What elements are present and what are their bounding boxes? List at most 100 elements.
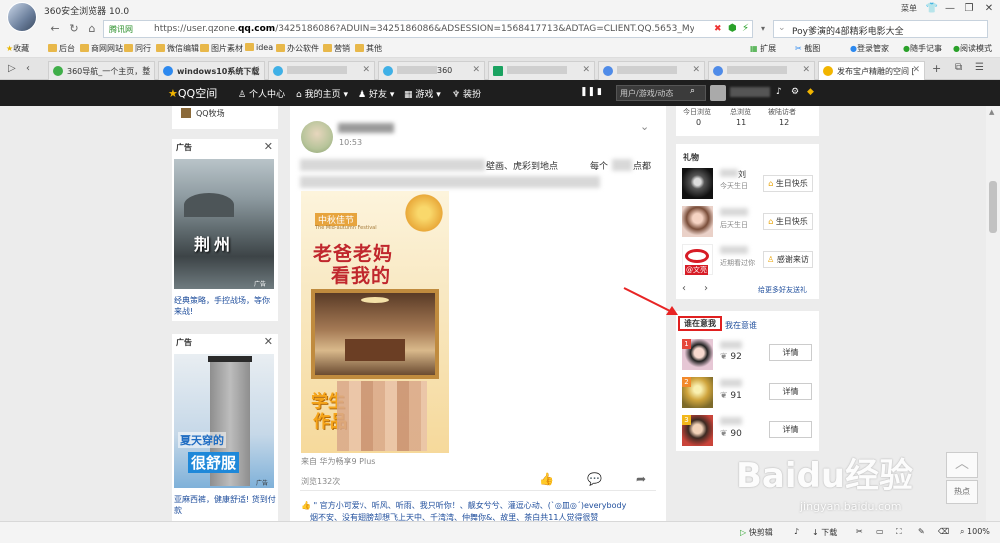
speaker-icon[interactable]: ♪ <box>794 527 799 536</box>
nav-friends[interactable]: ♟ 好友 ▾ <box>358 87 394 100</box>
signal-icon[interactable]: ▮ <box>597 87 602 97</box>
scroll-up-icon[interactable]: ▲ <box>989 108 994 116</box>
search-input[interactable]: ⌄ Poy爹演的4部精彩电影大全 <box>773 20 988 38</box>
bookmark-item[interactable]: 后台 <box>48 43 75 54</box>
bookmark-item[interactable]: 微信编辑 <box>156 43 199 54</box>
carer-name[interactable] <box>720 341 742 349</box>
like-list[interactable]: 👍 " 官方小可爱ｿ、听风、听雨、我只听你！、靓女兮兮、灌逗心动、(`◎皿◎´)… <box>301 500 661 511</box>
chevron-down-icon[interactable]: ⌄ <box>640 120 649 133</box>
nav-personal-center[interactable]: ♙ 个人中心 <box>238 87 285 100</box>
back-to-top-icon[interactable]: ︿ <box>946 452 978 478</box>
scrollbar-thumb[interactable] <box>989 181 997 233</box>
bookmark-item[interactable]: 营销 <box>323 43 350 54</box>
extensions-button[interactable]: ▦ 扩展 <box>750 43 776 54</box>
minimize-button[interactable]: — <box>942 1 958 17</box>
login-manager-button[interactable]: ●登录管家 <box>850 43 889 54</box>
shield-icon[interactable]: ⬢ <box>728 23 737 34</box>
prev-icon[interactable]: ‹ <box>682 283 686 294</box>
close-button[interactable]: ✕ <box>980 1 998 17</box>
tab-item-active[interactable]: 发布宝卢精雕的空间 [✕ <box>818 61 925 80</box>
farm-link[interactable]: QQ牧场 <box>196 108 225 119</box>
hotspot-button[interactable]: 热点 <box>946 480 978 504</box>
detail-button[interactable]: 详情 <box>769 421 812 438</box>
friend-name[interactable] <box>720 208 748 216</box>
security-icon[interactable]: ✖ <box>714 24 722 34</box>
tab-menu-icon[interactable]: ☰ <box>975 62 984 73</box>
carer-avatar[interactable]: 1 <box>682 339 713 370</box>
close-icon[interactable]: ✕ <box>264 335 273 348</box>
profile-thumb[interactable] <box>710 85 726 101</box>
ad-image[interactable]: 荆州 广告 <box>174 159 274 289</box>
bookmark-item[interactable]: idea <box>245 43 273 52</box>
tab-item[interactable]: 360导航_一个主页，整 ✕ <box>48 61 155 80</box>
ad-caption[interactable]: 经典策略，手控战场，等你来战! <box>174 295 276 317</box>
skin-icon[interactable]: 👕 <box>925 1 939 17</box>
friend-avatar[interactable] <box>682 206 713 237</box>
vip-icon[interactable]: ◆ <box>807 87 814 97</box>
bookmark-item[interactable]: 办公软件 <box>276 43 319 54</box>
tab-scroll-left-icon[interactable]: ‹ <box>26 63 30 74</box>
home-icon[interactable]: ⌂ <box>84 21 100 37</box>
refresh-icon[interactable]: ↻ <box>66 21 82 37</box>
cleanup-icon[interactable]: ⌫ <box>938 527 949 536</box>
ad-caption[interactable]: 亚麻西裤，健康舒适! 货到付款 <box>174 494 276 516</box>
close-icon[interactable]: ✕ <box>264 140 273 153</box>
bookmark-item[interactable]: 商网网站 <box>80 43 123 54</box>
address-bar[interactable]: 腾讯网 https://user.qzone.qq.com/3425186086… <box>103 20 753 38</box>
nav-decorate[interactable]: ♆ 装扮 <box>452 87 481 100</box>
window-icon[interactable]: ▭ <box>876 527 884 536</box>
carer-avatar[interactable]: 2 <box>682 377 713 408</box>
next-icon[interactable]: › <box>704 283 708 294</box>
quick-clip-button[interactable]: ▷ 快剪辑 <box>740 527 773 538</box>
birthday-button[interactable]: ⌂ 生日快乐 <box>763 213 813 230</box>
brush-icon[interactable]: ✎ <box>918 527 925 536</box>
screenshot-button[interactable]: ✂ 截图 <box>795 43 820 54</box>
friend-name[interactable]: 刘 <box>720 169 746 180</box>
ad-image[interactable]: 夏天穿的 很舒服 广告 <box>174 354 274 488</box>
zoom-level[interactable]: ⌕ 100% <box>960 527 990 537</box>
notes-button[interactable]: ●随手记事 <box>903 43 942 54</box>
carer-avatar[interactable]: 3 <box>682 415 713 446</box>
vertical-scrollbar[interactable]: ▲ <box>986 106 1000 526</box>
search-dropdown-icon[interactable]: ⌄ <box>778 23 786 33</box>
maximize-button[interactable]: ❐ <box>960 1 978 17</box>
carer-name[interactable] <box>720 379 742 387</box>
user-avatar[interactable] <box>7 2 37 32</box>
flash-icon[interactable]: ⚡ <box>742 23 749 34</box>
qzone-logo[interactable]: ★QQ空间 <box>168 85 217 101</box>
post-image[interactable]: 中秋佳节 The Mid-autumn Festival 老爸老妈 看我的 学生… <box>301 191 449 453</box>
tab-who-cares-me[interactable]: 谁在意我 <box>678 316 722 331</box>
tab-item[interactable]: ✕ <box>268 61 375 80</box>
nav-my-home[interactable]: ⌂ 我的主页 ▾ <box>296 87 348 100</box>
download-button[interactable]: ↓ 下载 <box>812 527 837 538</box>
restore-tab-icon[interactable]: ⧉ <box>955 62 962 73</box>
cut-icon[interactable]: ✂ <box>856 527 863 536</box>
bookmark-item[interactable]: 其他 <box>355 43 382 54</box>
more-gifts-link[interactable]: 给更多好友送礼 <box>758 285 807 295</box>
poster-avatar[interactable] <box>301 121 333 153</box>
thanks-button[interactable]: ♙ 感谢来访 <box>763 251 813 268</box>
friend-avatar[interactable] <box>682 168 713 199</box>
tab-item[interactable]: 360 ✕ <box>378 61 485 80</box>
dropdown-icon[interactable]: ▾ <box>755 21 771 37</box>
poster-name[interactable] <box>338 123 394 133</box>
tab-item[interactable]: ✕ <box>708 61 815 80</box>
tab-item[interactable]: windows10系统下载 ✕ <box>158 61 265 80</box>
tab-list-icon[interactable]: ▷ <box>8 63 16 74</box>
like-icon[interactable]: 👍 <box>539 472 554 486</box>
ad-card-1[interactable]: 广告 ✕ 荆州 广告 经典策略，手控战场，等你来战! <box>172 139 278 321</box>
nav-games[interactable]: ▦ 游戏 ▾ <box>404 87 441 100</box>
tab-item[interactable]: ✕ <box>598 61 705 80</box>
search-icon[interactable]: ⌕ <box>690 86 695 96</box>
menu-button[interactable]: 菜单 <box>898 1 920 17</box>
url-text[interactable]: https://user.qzone.qq.com/3425186086?ADU… <box>154 24 694 34</box>
new-tab-icon[interactable]: + <box>932 62 941 75</box>
detail-button[interactable]: 详情 <box>769 383 812 400</box>
carer-name[interactable] <box>720 417 742 425</box>
bell-icon[interactable]: ♪ <box>776 87 782 97</box>
share-icon[interactable]: ➦ <box>636 472 646 486</box>
bookmark-favorites[interactable]: ★收藏 <box>6 43 29 54</box>
comment-icon[interactable]: 💬 <box>587 472 602 486</box>
bookmark-item[interactable]: 图片素材 <box>200 43 243 54</box>
gear-icon[interactable]: ⚙ <box>791 87 799 97</box>
